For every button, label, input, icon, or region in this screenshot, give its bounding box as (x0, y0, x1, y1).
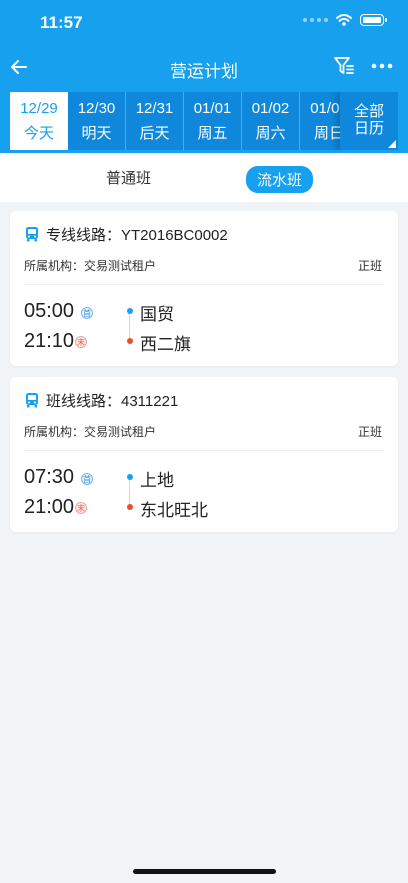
divider (24, 284, 384, 285)
first-bus-tag: 首 (81, 473, 93, 485)
shift-type: 正班 (357, 259, 382, 273)
date-tab-0102[interactable]: 01/02 周六 (242, 92, 300, 150)
route-line (129, 480, 130, 504)
start-stop: 国贸 (140, 305, 174, 324)
date-label: 01/02 (251, 100, 290, 117)
all-calendar-label-1: 全部 (353, 103, 384, 120)
all-calendar-button[interactable]: 全部 日历 (340, 92, 398, 150)
home-indicator (133, 869, 276, 874)
tab-flow-shift[interactable]: 流水班 (246, 166, 314, 193)
route-org: 所属机构：交易测试租户 (24, 259, 157, 273)
more-icon[interactable] (370, 54, 394, 78)
status-bar: 11:57 (0, 0, 408, 44)
start-stop: 上地 (140, 471, 174, 490)
weekday-label: 周六 (255, 125, 286, 142)
weekday-label: 今天 (23, 125, 54, 142)
route-line (129, 314, 130, 338)
date-tab-1230[interactable]: 12/30 明天 (68, 92, 126, 150)
last-bus-tag: 末 (75, 502, 87, 514)
status-time: 11:57 (40, 13, 83, 32)
status-icons (303, 14, 387, 26)
start-stop-dot (127, 308, 133, 314)
date-tab-1229[interactable]: 12/29 今天 (10, 92, 68, 150)
first-bus-tag: 首 (81, 307, 93, 319)
route-title: 专线线路：YT2016BC0002 (46, 227, 228, 244)
mode-tabs: 普通班 流水班 (0, 153, 408, 202)
end-stop: 东北旺北 (140, 501, 208, 520)
route-card[interactable]: 专线线路：YT2016BC0002 所属机构：交易测试租户 正班 05:00 首… (10, 211, 398, 366)
last-bus-tag: 末 (75, 336, 87, 348)
first-bus-time: 07:30 (24, 466, 75, 488)
filter-icon[interactable] (332, 54, 356, 78)
end-stop-dot (127, 338, 133, 344)
end-stop: 西二旗 (140, 335, 191, 354)
date-tab-1231[interactable]: 12/31 后天 (126, 92, 184, 150)
date-tab-0101[interactable]: 01/01 周五 (184, 92, 242, 150)
first-bus-time: 05:00 (24, 300, 75, 322)
signal-icon (303, 18, 328, 22)
header-background: 11:57 营运计划 12/29 今天 12/30 明天 12/31 后天 01… (0, 0, 408, 153)
tab-normal-shift[interactable]: 普通班 (106, 167, 151, 188)
shift-type: 正班 (357, 425, 382, 439)
bus-icon (26, 227, 38, 242)
route-card[interactable]: 班线线路：4311221 所属机构：交易测试租户 正班 07:30 首 21:0… (10, 377, 398, 532)
start-stop-dot (127, 474, 133, 480)
date-label: 01/01 (193, 100, 232, 117)
date-label: 12/31 (135, 100, 174, 117)
all-calendar-label-2: 日历 (353, 120, 384, 137)
divider (24, 450, 384, 451)
last-bus-time: 21:10 (24, 330, 75, 352)
weekday-label: 明天 (81, 125, 112, 142)
end-stop-dot (127, 504, 133, 510)
navbar: 营运计划 (0, 44, 408, 90)
battery-icon (360, 14, 387, 26)
weekday-label: 周五 (197, 125, 228, 142)
route-title: 班线线路：4311221 (46, 393, 179, 410)
last-bus-time: 21:00 (24, 496, 75, 518)
date-label: 12/29 (20, 100, 58, 117)
bus-icon (26, 393, 38, 408)
weekday-label: 后天 (139, 125, 170, 142)
wifi-icon (336, 14, 352, 26)
corner-triangle-icon (388, 140, 396, 148)
date-label: 12/30 (77, 100, 116, 117)
date-selector: 12/29 今天 12/30 明天 12/31 后天 01/01 周五 01/0… (10, 92, 398, 150)
route-org: 所属机构：交易测试租户 (24, 425, 157, 439)
